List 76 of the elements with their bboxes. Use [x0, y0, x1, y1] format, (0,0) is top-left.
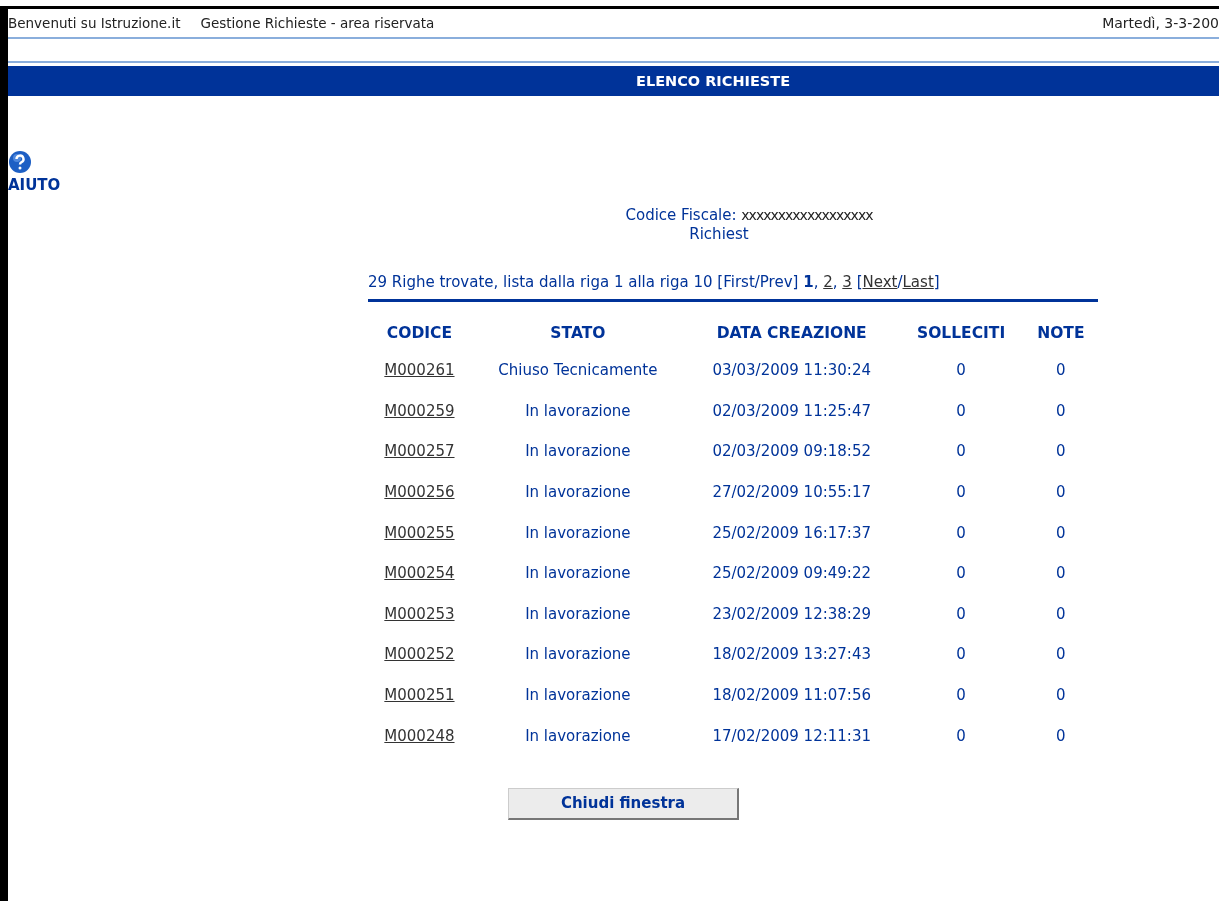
table-cell: 18/02/2009 11:07:56: [712, 686, 871, 705]
table-cell: 03/03/2009 11:30:24: [712, 361, 871, 380]
results-summary: 29 Righe trovate, lista dalla riga 1 alla riga 10 [First/Prev]: [368, 273, 799, 291]
next-link[interactable]: Next: [862, 273, 898, 291]
table-cell: In lavorazione: [525, 523, 631, 542]
table-cell: 0: [956, 604, 966, 623]
column-header: STATO: [549, 323, 607, 344]
table-cell: 02/03/2009 09:18:52: [712, 442, 871, 461]
table-cell: 0: [956, 401, 966, 420]
table-cell: 23/02/2009 12:38:29: [712, 604, 871, 623]
table-cell: 0: [1056, 401, 1066, 420]
column-header: CODICE: [385, 323, 453, 344]
table-cell: 0: [1056, 442, 1066, 461]
table-cell: 0: [1056, 604, 1066, 623]
request-code-link[interactable]: M000257: [384, 442, 455, 461]
table-cell: In lavorazione: [525, 564, 631, 583]
request-code-link[interactable]: M000261: [384, 361, 455, 380]
page-link[interactable]: 2: [823, 273, 833, 291]
column-header: SOLLECITI: [916, 323, 1007, 344]
table-cell: In lavorazione: [525, 483, 631, 502]
table-cell: 0: [1056, 726, 1066, 745]
table-cell: 0: [956, 442, 966, 461]
request-code-link[interactable]: M000248: [384, 726, 455, 745]
table-cell: 0: [956, 726, 966, 745]
fiscal-code-label: Codice Fiscale:: [625, 206, 737, 224]
table-cell: 0: [956, 361, 966, 380]
table-cell: 0: [1056, 645, 1066, 664]
column-header: NOTE: [1036, 323, 1086, 344]
table-cell: 0: [956, 645, 966, 664]
close-window-button[interactable]: Chiudi finestra: [508, 787, 739, 820]
table-cell: 0: [1056, 686, 1066, 705]
table-cell: Chiuso Tecnicamente: [498, 361, 658, 380]
table-cell: 17/02/2009 12:11:31: [712, 726, 871, 745]
request-code-link[interactable]: M000259: [384, 401, 455, 420]
separator: ,: [832, 273, 838, 291]
help-icon[interactable]: [8, 150, 32, 174]
current-page: 1: [803, 273, 814, 291]
bracket: ]: [933, 273, 940, 291]
table-cell: 0: [1056, 361, 1066, 380]
help-link[interactable]: AIUTO: [8, 176, 61, 194]
table-cell: In lavorazione: [525, 686, 631, 705]
separator: /: [897, 273, 903, 291]
subtitle: Richiest: [689, 225, 749, 243]
request-code-link[interactable]: M000255: [384, 523, 455, 542]
table-cell: In lavorazione: [525, 401, 631, 420]
table-cell: 0: [1056, 564, 1066, 583]
welcome-text: Benvenuti su Istruzione.it: [8, 15, 181, 31]
bracket: [: [856, 273, 863, 291]
table-cell: 0: [956, 523, 966, 542]
separator: ,: [813, 273, 819, 291]
table-cell: 27/02/2009 10:55:17: [712, 483, 871, 502]
title-bar: ELENCO RICHIESTE: [8, 66, 1219, 96]
table-cell: 18/02/2009 13:27:43: [712, 645, 871, 664]
request-code-link[interactable]: M000254: [384, 564, 455, 583]
table-cell: 25/02/2009 09:49:22: [712, 564, 871, 583]
request-code-link[interactable]: M000256: [384, 483, 455, 502]
table-cell: In lavorazione: [525, 442, 631, 461]
table-cell: 0: [956, 483, 966, 502]
table-cell: 25/02/2009 16:17:37: [712, 523, 871, 542]
table-cell: In lavorazione: [525, 604, 631, 623]
page-link[interactable]: 3: [842, 273, 852, 291]
table-cell: 0: [1056, 523, 1066, 542]
request-code-link[interactable]: M000253: [384, 604, 455, 623]
table-cell: 0: [956, 686, 966, 705]
column-header: DATA CREAZIONE: [715, 323, 868, 344]
date-text: Martedì, 3-3-200: [1102, 15, 1219, 31]
request-code-link[interactable]: M000251: [384, 686, 455, 705]
table-cell: In lavorazione: [525, 645, 631, 664]
last-link[interactable]: Last: [902, 273, 934, 291]
table-cell: 02/03/2009 11:25:47: [712, 401, 871, 420]
table-cell: 0: [1056, 483, 1066, 502]
request-code-link[interactable]: M000252: [384, 645, 455, 664]
table-cell: 0: [956, 564, 966, 583]
fiscal-code-value: xxxxxxxxxxxxxxxxxx: [741, 207, 873, 223]
section-title: Gestione Richieste - area riservata: [200, 15, 435, 31]
table-cell: In lavorazione: [525, 726, 631, 745]
